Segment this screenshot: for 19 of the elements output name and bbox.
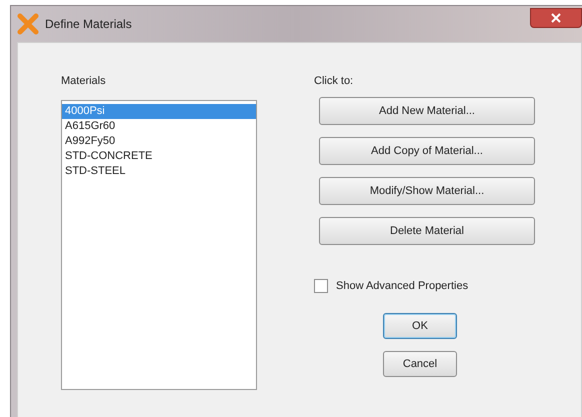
- close-icon: [551, 13, 561, 23]
- action-button[interactable]: Add New Material...: [319, 97, 535, 125]
- action-button[interactable]: Add Copy of Material...: [319, 137, 535, 165]
- dialog-button[interactable]: Cancel: [383, 351, 457, 377]
- materials-label: Materials: [61, 75, 107, 87]
- material-item[interactable]: A992Fy50: [62, 134, 256, 149]
- click-to-label: Click to:: [314, 75, 354, 87]
- close-button[interactable]: [530, 8, 582, 28]
- action-button[interactable]: Delete Material: [319, 217, 535, 245]
- window-title: Define Materials: [45, 17, 132, 31]
- materials-list[interactable]: 4000Psi A615Gr60 A992Fy50 STD-CONCRETE STD-STEEL: [61, 100, 257, 390]
- app-icon: [17, 13, 39, 35]
- material-item[interactable]: STD-CONCRETE: [62, 149, 256, 164]
- dialog-button[interactable]: OK: [383, 313, 457, 339]
- material-item[interactable]: STD-STEEL: [62, 164, 256, 179]
- material-item[interactable]: A615Gr60: [62, 119, 256, 134]
- action-button[interactable]: Modify/Show Material...: [319, 177, 535, 205]
- checkbox[interactable]: [314, 279, 328, 293]
- checkbox-label: Show Advanced Properties: [336, 280, 468, 292]
